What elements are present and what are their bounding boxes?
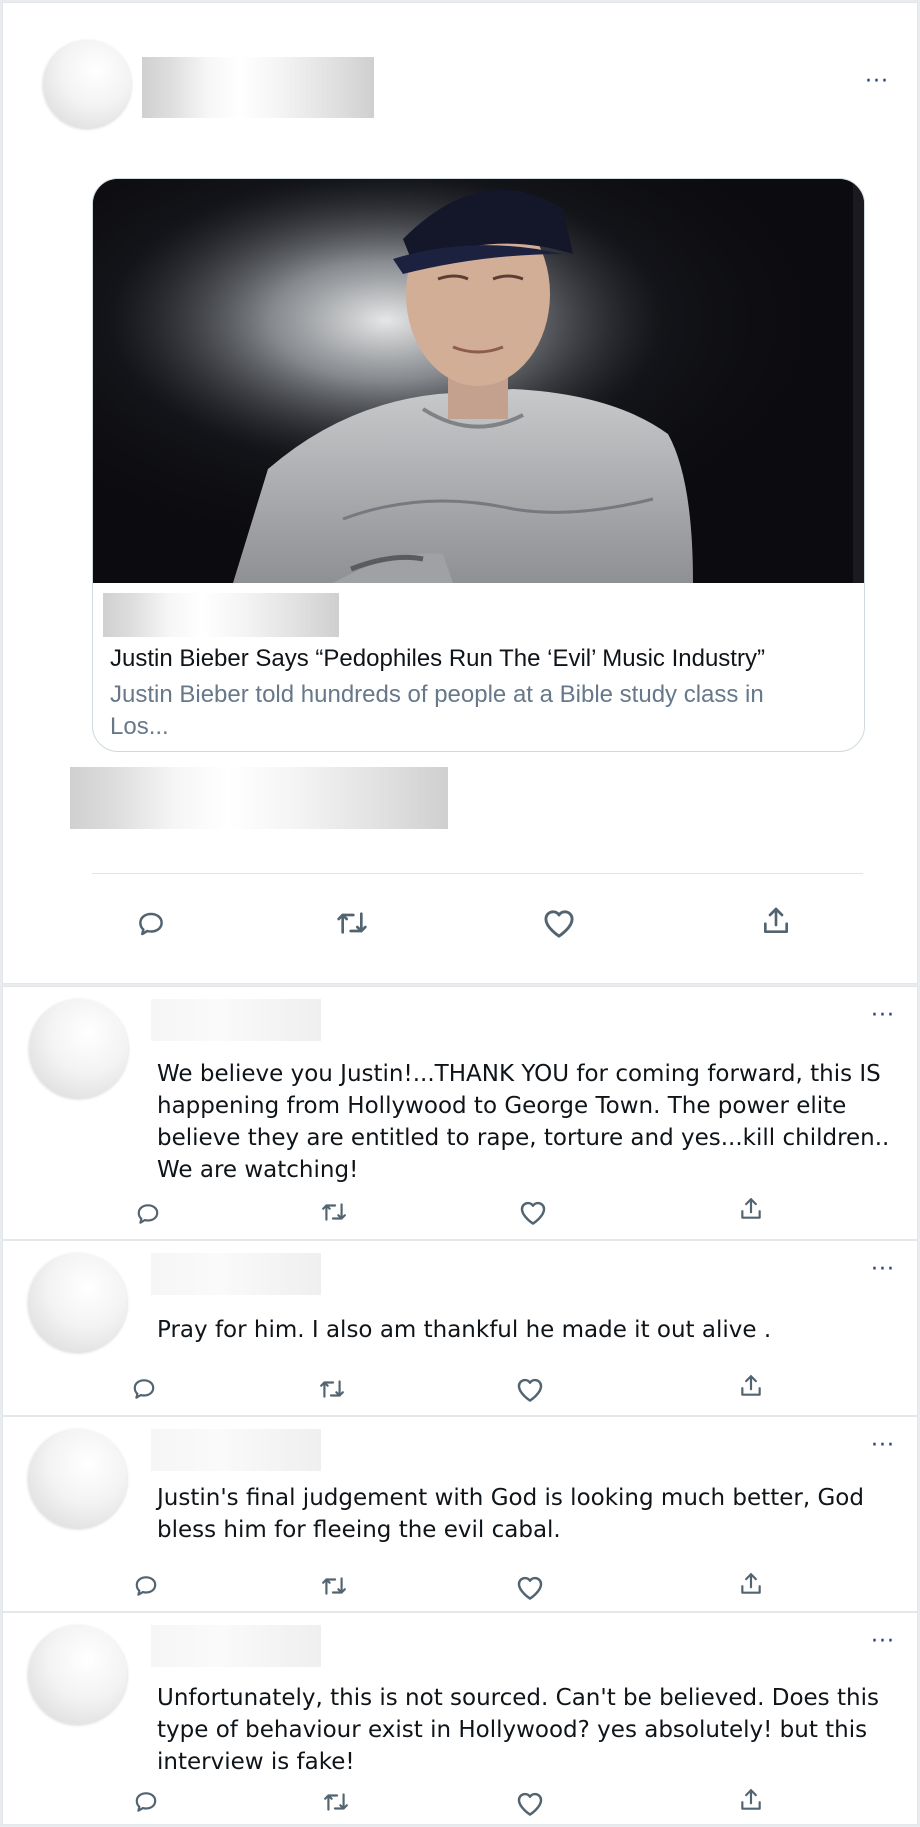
reply-tweet: ··· Justin's final judgement with God is… <box>2 1416 918 1612</box>
reply-author-redacted <box>151 999 321 1041</box>
more-options-button[interactable]: ··· <box>871 1631 895 1653</box>
share-icon[interactable] <box>738 1787 764 1813</box>
like-icon[interactable] <box>515 1574 545 1601</box>
reply-text: Unfortunately, this is not sourced. Can'… <box>157 1685 879 1775</box>
retweet-icon[interactable] <box>319 1199 349 1225</box>
reply-avatar[interactable] <box>28 1625 127 1724</box>
like-icon[interactable] <box>541 907 577 939</box>
reply-icon[interactable] <box>133 1789 159 1815</box>
reply-tweet: ··· We believe you Justin!...THANK YOU f… <box>2 986 918 1240</box>
reply-icon[interactable] <box>133 1573 159 1599</box>
share-icon[interactable] <box>738 1196 764 1222</box>
reply-text: We believe you Justin!...THANK YOU for c… <box>157 1061 890 1183</box>
reply-icon[interactable] <box>131 1376 157 1402</box>
divider <box>92 873 863 874</box>
author-avatar[interactable] <box>43 40 131 128</box>
share-icon[interactable] <box>738 1571 764 1597</box>
retweet-icon[interactable] <box>317 1376 347 1402</box>
reply-avatar[interactable] <box>28 1429 127 1528</box>
article-photo <box>93 179 864 583</box>
card-title: Justin Bieber Says “Pedophiles Run The ‘… <box>110 645 765 672</box>
card-description: Justin Bieber told hundreds of people at… <box>110 681 764 740</box>
reply-text: Justin's final judgement with God is loo… <box>157 1485 864 1543</box>
more-options-button[interactable]: ··· <box>865 71 889 93</box>
more-options-button[interactable]: ··· <box>871 1005 895 1027</box>
reply-avatar[interactable] <box>28 1253 127 1352</box>
retweet-icon[interactable] <box>321 1789 351 1815</box>
link-preview-card[interactable]: Justin Bieber Says “Pedophiles Run The ‘… <box>92 178 865 752</box>
retweet-icon[interactable] <box>319 1573 349 1599</box>
like-icon[interactable] <box>515 1790 545 1817</box>
more-options-button[interactable]: ··· <box>871 1435 895 1457</box>
reply-avatar[interactable] <box>29 999 128 1098</box>
reply-author-redacted <box>151 1429 321 1471</box>
retweet-icon[interactable] <box>334 907 370 939</box>
reply-icon[interactable] <box>136 909 166 939</box>
reply-tweet: ··· Pray for him. I also am thankful he … <box>2 1240 918 1416</box>
share-icon[interactable] <box>738 1373 764 1399</box>
more-options-button[interactable]: ··· <box>871 1259 895 1281</box>
reply-text: Pray for him. I also am thankful he made… <box>157 1317 772 1343</box>
reply-tweet: ··· Unfortunately, this is not sourced. … <box>2 1612 918 1825</box>
author-name-redacted <box>142 57 374 118</box>
like-icon[interactable] <box>518 1199 548 1226</box>
like-icon[interactable] <box>515 1376 545 1403</box>
reply-author-redacted <box>151 1625 321 1667</box>
reply-author-redacted <box>151 1253 321 1295</box>
timestamp-redacted <box>70 767 448 829</box>
share-icon[interactable] <box>760 905 792 937</box>
main-tweet: ··· Justin Bieber Says “Pedophiles Run T… <box>2 2 918 984</box>
reply-icon[interactable] <box>135 1201 161 1227</box>
site-name-redacted <box>103 593 339 637</box>
